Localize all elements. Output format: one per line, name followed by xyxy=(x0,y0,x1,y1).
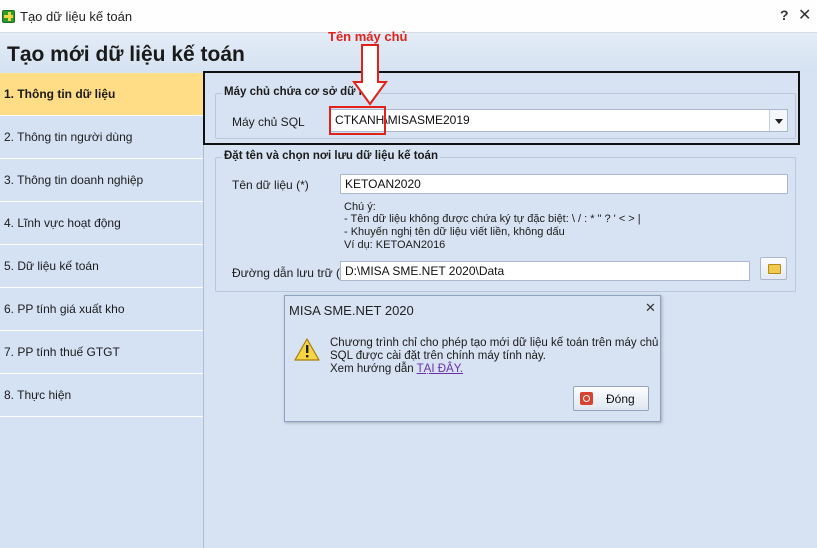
help-button[interactable]: ? xyxy=(780,7,789,23)
close-icon[interactable]: ✕ xyxy=(798,5,811,25)
warning-icon xyxy=(294,338,320,361)
app-icon xyxy=(2,10,15,23)
dialog-line-3: Xem hướng dẫn TẠI ĐÂY. xyxy=(330,363,658,376)
help-link[interactable]: TẠI ĐÂY. xyxy=(417,363,463,375)
close-dialog-label: Đóng xyxy=(606,392,635,406)
note-title: Chú ý: xyxy=(344,201,376,213)
close-dialog-button[interactable]: Đóng xyxy=(573,386,649,411)
window-title: Tạo dữ liệu kế toán xyxy=(20,9,133,24)
sidebar-item-vat-method[interactable]: 7. PP tính thuế GTGT xyxy=(0,331,203,374)
close-icon[interactable]: ✕ xyxy=(645,300,656,316)
chevron-down-icon[interactable] xyxy=(769,110,787,131)
title-bar: Tạo dữ liệu kế toán ? ✕ xyxy=(0,0,817,33)
sidebar-item-user-info[interactable]: 2. Thông tin người dùng xyxy=(0,116,203,159)
dialog-line-1: Chương trình chỉ cho phép tạo mới dữ liệ… xyxy=(330,337,659,349)
power-icon xyxy=(580,392,593,405)
sidebar-item-execute[interactable]: 8. Thực hiện xyxy=(0,374,203,417)
note-line-3: Ví dụ: KETOAN2016 xyxy=(344,239,446,251)
browse-folder-button[interactable] xyxy=(760,257,787,280)
sql-server-value: CTKANH\MISASME2019 xyxy=(335,113,470,127)
storage-path-label: Đường dẫn lưu trữ (*) xyxy=(232,266,349,280)
dialog-title: MISA SME.NET 2020 xyxy=(289,303,414,318)
sql-server-combobox[interactable]: CTKANH\MISASME2019 xyxy=(330,109,788,132)
sidebar-item-data-info[interactable]: 1. Thông tin dữ liệu xyxy=(0,73,203,116)
page-title: Tạo mới dữ liệu kế toán xyxy=(7,43,245,66)
storage-path-input[interactable]: D:\MISA SME.NET 2020\Data xyxy=(340,261,750,281)
sql-server-label: Máy chủ SQL xyxy=(232,115,305,129)
dialog-message: Chương trình chỉ cho phép tạo mới dữ liệ… xyxy=(330,337,658,376)
dialog-line-3-prefix: Xem hướng dẫn xyxy=(330,363,417,375)
server-group-legend: Máy chủ chứa cơ sở dữ liệu xyxy=(222,86,381,98)
data-name-label: Tên dữ liệu (*) xyxy=(232,178,309,192)
data-name-input[interactable]: KETOAN2020 xyxy=(340,174,788,194)
folder-icon xyxy=(768,264,781,274)
data-group-legend: Đặt tên và chọn nơi lưu dữ liệu kế toán xyxy=(222,150,440,162)
page-header: Tạo mới dữ liệu kế toán Tên máy chủ xyxy=(0,29,817,73)
note-line-2: - Khuyến nghị tên dữ liệu viết liền, khô… xyxy=(344,226,565,238)
dialog-line-2: SQL được cài đặt trên chính máy tính này… xyxy=(330,350,546,362)
sidebar-item-company-info[interactable]: 3. Thông tin doanh nghiệp xyxy=(0,159,203,202)
message-dialog: MISA SME.NET 2020 ✕ Chương trình chỉ cho… xyxy=(284,295,661,422)
note-line-1: - Tên dữ liệu không được chứa ký tự đặc … xyxy=(344,213,641,225)
wizard-steps-sidebar: 1. Thông tin dữ liệu 2. Thông tin người … xyxy=(0,73,204,548)
annotation-callout: Tên máy chủ xyxy=(328,29,408,44)
sidebar-item-business-field[interactable]: 4. Lĩnh vực hoạt động xyxy=(0,202,203,245)
sidebar-item-costing-method[interactable]: 6. PP tính giá xuất kho xyxy=(0,288,203,331)
sidebar-item-accounting-data[interactable]: 5. Dữ liệu kế toán xyxy=(0,245,203,288)
